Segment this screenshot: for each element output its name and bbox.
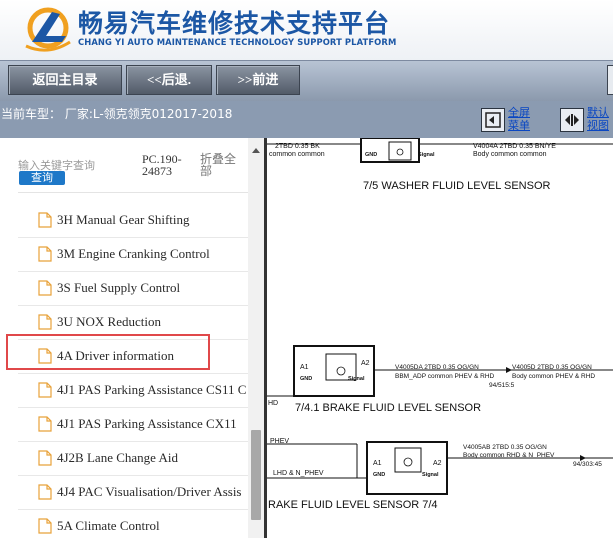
- wiring-diagram[interactable]: 2TBD 0.35 BK common common GND Signal V4…: [267, 138, 613, 538]
- diagram-text: V4005DA 2TBD 0.35 OG/GN: [395, 364, 479, 371]
- app-subtitle: CHANG YI AUTO MAINTENANCE TECHNOLOGY SUP…: [78, 37, 397, 47]
- divider: [18, 192, 258, 193]
- component-label: RAKE FLUID LEVEL SENSOR 7/4: [268, 499, 438, 511]
- pc-code-label: PC.190- 24873: [142, 152, 182, 178]
- diagram-text: HD: [268, 400, 278, 407]
- list-item[interactable]: 3U NOX Reduction: [18, 306, 248, 340]
- document-icon: [38, 348, 52, 364]
- app-header: 畅易汽车维修技术支持平台 CHANG YI AUTO MAINTENANCE T…: [0, 0, 613, 60]
- list-item-label: 4J4 PAC Visualisation/Driver Assis: [57, 484, 242, 499]
- diagram-text: V4005AB 2TBD 0.35 OG/GN: [463, 444, 547, 451]
- diagram-text: V4005D 2TBD 0.35 OG/GN: [512, 364, 592, 371]
- toolbar-overflow-button[interactable]: [607, 65, 613, 95]
- diagram-text: LHD & N_PHEV: [273, 470, 324, 477]
- search-button[interactable]: 查询: [19, 171, 65, 185]
- list-item[interactable]: 4J4 PAC Visualisation/Driver Assis: [18, 476, 248, 510]
- brake-sensor-box: [366, 441, 448, 495]
- sensor-symbol: [394, 447, 422, 473]
- vehicle-info-bar: 当前车型： 厂家:L-领克领克012017-2018 全屏 菜单 默认 视图: [0, 101, 613, 138]
- diagram-text: A2: [361, 360, 370, 367]
- fullscreen-menu-link[interactable]: 全屏 菜单: [508, 106, 530, 132]
- diagram-text: V4004A 2TBD 0.35 BN/YE: [473, 143, 556, 150]
- list-item[interactable]: 4J1 PAS Parking Assistance CS11 C: [18, 374, 248, 408]
- list-item[interactable]: 3H Manual Gear Shifting: [18, 204, 248, 238]
- diagram-text: common common: [269, 151, 325, 158]
- split-view-icon: [565, 114, 579, 126]
- component-label: 7/5 WASHER FLUID LEVEL SENSOR: [363, 180, 551, 192]
- toolbar: 返回主目录 <<后退. >>前进: [0, 60, 613, 101]
- list-item-label: 3S Fuel Supply Control: [57, 280, 181, 295]
- diagram-text: A2: [433, 460, 442, 467]
- document-icon: [38, 314, 52, 330]
- sensor-symbol: [336, 366, 346, 376]
- sensor-symbol: [396, 148, 404, 156]
- list-item[interactable]: 5A Climate Control: [38, 510, 248, 538]
- diagram-text: GND: [365, 152, 377, 158]
- diagram-text: 94/303:45: [573, 461, 602, 468]
- diagram-text: Body common RHD & N_PHEV: [463, 452, 555, 459]
- document-icon: [38, 450, 52, 466]
- list-item-label: 4J2B Lane Change Aid: [57, 450, 178, 465]
- fullscreen-menu-button[interactable]: [481, 108, 505, 132]
- document-icon: [38, 416, 52, 432]
- back-to-main-menu-button[interactable]: 返回主目录: [8, 65, 122, 95]
- sensor-symbol: [388, 141, 412, 161]
- app-title: 畅易汽车维修技术支持平台: [78, 9, 391, 38]
- back-button[interactable]: <<后退.: [126, 65, 212, 95]
- component-label: 7/4.1 BRAKE FLUID LEVEL SENSOR: [295, 402, 481, 414]
- list-item-label: 4A Driver information: [57, 348, 174, 363]
- document-icon: [38, 484, 52, 500]
- list-item-label: 4J1 PAS Parking Assistance CX11: [57, 416, 237, 431]
- diagram-text: A1: [373, 460, 382, 467]
- sidebar-scrollbar[interactable]: [248, 138, 264, 538]
- diagram-text: Signal: [348, 376, 365, 382]
- list-item-label: 5A Climate Control: [57, 518, 160, 533]
- diagram-text: GND: [300, 376, 312, 382]
- document-icon: [38, 212, 52, 228]
- list-item-selected[interactable]: 4A Driver information: [18, 340, 248, 374]
- default-view-link[interactable]: 默认 视图: [587, 106, 609, 132]
- document-icon: [38, 246, 52, 262]
- scrollbar-thumb[interactable]: [251, 430, 261, 520]
- diagram-text: Signal: [418, 152, 435, 158]
- list-item[interactable]: 3M Engine Cranking Control: [18, 238, 248, 272]
- document-icon: [38, 280, 52, 296]
- sensor-symbol: [403, 457, 413, 467]
- diagram-text: BBM_ADP common PHEV & RHD: [395, 373, 495, 380]
- forward-button[interactable]: >>前进: [216, 65, 300, 95]
- current-vehicle-model: 当前车型： 厂家:L-领克领克012017-2018: [1, 107, 233, 121]
- list-item[interactable]: 4J1 PAS Parking Assistance CX11: [18, 408, 248, 442]
- diagram-text: Signal: [422, 472, 439, 478]
- collapse-all-link[interactable]: 折叠全 部: [200, 153, 236, 177]
- default-view-button[interactable]: [560, 108, 584, 132]
- document-icon: [38, 518, 52, 534]
- fullscreen-icon: [485, 112, 501, 128]
- document-icon: [38, 382, 52, 398]
- list-item[interactable]: 3S Fuel Supply Control: [18, 272, 248, 306]
- sidebar-tree: 查询 PC.190- 24873 折叠全 部 3H Manual Gear Sh…: [0, 138, 264, 538]
- list-item-label: 3M Engine Cranking Control: [57, 246, 210, 261]
- scroll-up-arrow-icon[interactable]: [252, 148, 260, 153]
- diagram-text: 94/515:5: [489, 382, 515, 389]
- diagram-text: Body common PHEV & RHD: [512, 373, 595, 380]
- list-item-label: 4J1 PAS Parking Assistance CS11 C: [57, 382, 247, 397]
- diagram-text: Body common common: [473, 151, 547, 158]
- chang-yi-logo-icon: [25, 7, 71, 52]
- list-item-label: 3U NOX Reduction: [57, 314, 161, 329]
- list-item[interactable]: 4J2B Lane Change Aid: [18, 442, 248, 476]
- list-item-label: 3H Manual Gear Shifting: [57, 212, 190, 227]
- diagram-text: A1: [300, 364, 309, 371]
- diagram-text: GND: [373, 472, 385, 478]
